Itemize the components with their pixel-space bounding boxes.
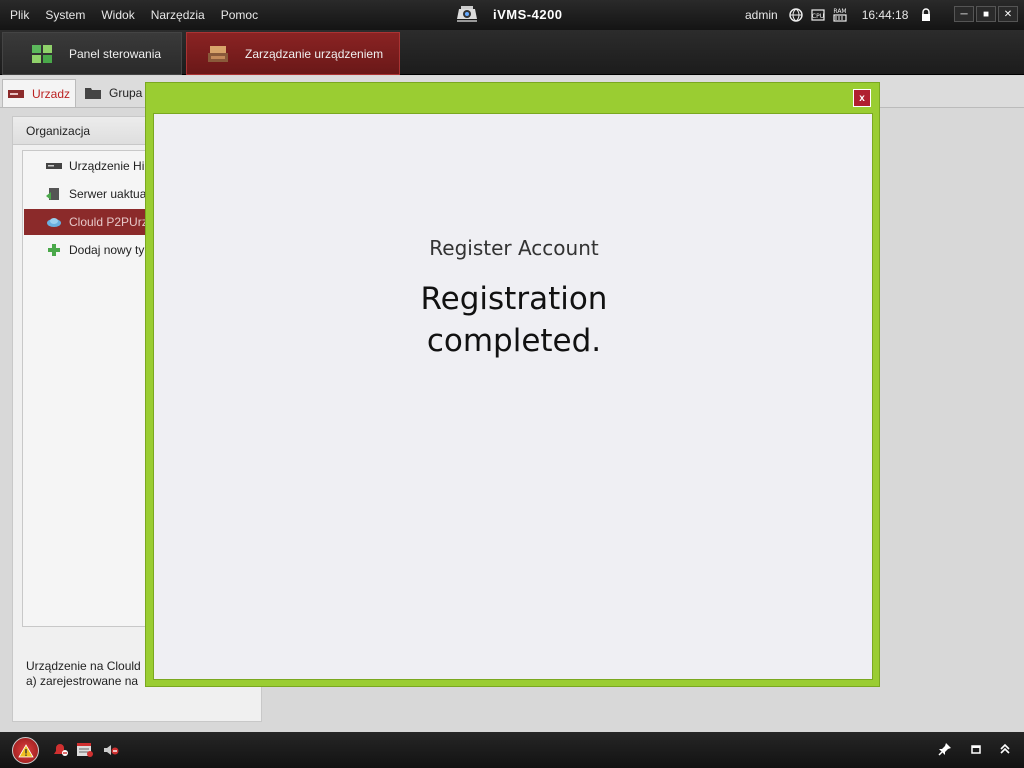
menu-pomoc[interactable]: Pomoc xyxy=(221,8,258,22)
folder-icon xyxy=(85,88,101,99)
register-account-dialog: x Register Account Registration complete… xyxy=(145,82,880,687)
info-text: Urządzenie na Clould a) zarejestrowane n… xyxy=(26,659,141,689)
expand-up-icon[interactable] xyxy=(998,742,1012,756)
network-icon xyxy=(788,7,804,23)
tab-label: Panel sterowania xyxy=(69,46,162,61)
username: admin xyxy=(745,8,778,22)
warning-icon xyxy=(17,743,34,757)
registration-message: Registration completed. xyxy=(154,278,874,362)
dialog-body: Register Account Registration completed. xyxy=(153,113,873,680)
tab-label: Zarządzanie urządzeniem xyxy=(245,46,384,61)
dvr-icon xyxy=(46,163,62,169)
dashboard-icon xyxy=(32,44,52,63)
window-controls: ─ ■ ✕ xyxy=(954,6,1018,22)
app-name: iVMS-4200 xyxy=(493,6,563,22)
menu-widok[interactable]: Widok xyxy=(101,8,134,22)
menu-narzedzia[interactable]: Narzędzia xyxy=(151,8,205,22)
menu-plik[interactable]: Plik xyxy=(10,8,29,22)
minimize-button[interactable]: ─ xyxy=(954,6,974,22)
title-bar: Plik System Widok Narzędzia Pomoc iVMS-4… xyxy=(0,0,1024,30)
alarm-sound-icon[interactable] xyxy=(52,742,70,758)
app-title: iVMS-4200 xyxy=(455,5,563,23)
menu-system[interactable]: System xyxy=(45,8,85,22)
ram-icon: RAM xyxy=(832,7,848,23)
maximize-button[interactable]: ■ xyxy=(976,6,996,22)
restore-icon[interactable] xyxy=(969,742,983,756)
info-line: Urządzenie na Clould xyxy=(26,659,141,673)
main-tab-bar: Panel sterowania Zarządzanie urządzeniem xyxy=(0,30,1024,75)
clock: 16:44:18 xyxy=(861,8,909,22)
speaker-mute-icon[interactable] xyxy=(102,742,120,758)
tab-panel-sterowania[interactable]: Panel sterowania xyxy=(2,32,182,75)
message-line: completed. xyxy=(426,323,602,359)
status-area: admin CPU RAM 16:44:18 xyxy=(745,7,940,23)
tree-item-label: Clould P2PUrz xyxy=(69,215,148,229)
tree-item-label: Urządzenie Hik xyxy=(69,159,151,173)
event-list-icon[interactable] xyxy=(76,742,94,758)
pin-icon[interactable] xyxy=(938,742,952,756)
svg-text:CPU: CPU xyxy=(812,13,824,20)
subtab-label: Grupa xyxy=(109,86,143,100)
menu-bar: Plik System Widok Narzędzia Pomoc xyxy=(10,8,274,22)
subtab-label: Urzadz xyxy=(32,86,71,101)
message-line: Registration xyxy=(420,281,608,317)
camera-icon xyxy=(457,6,477,22)
subtab-grupa[interactable]: Grupa xyxy=(80,79,150,107)
lock-icon[interactable] xyxy=(918,7,934,23)
close-window-button[interactable]: ✕ xyxy=(998,6,1018,22)
cpu-icon: CPU xyxy=(810,7,826,23)
tab-zarzadzanie-urzadzeniem[interactable]: Zarządzanie urządzeniem xyxy=(186,32,400,75)
dialog-title: Register Account xyxy=(429,236,599,260)
subtab-urzadzenia[interactable]: Urzadz xyxy=(2,79,76,107)
server-icon xyxy=(46,188,59,200)
svg-text:RAM: RAM xyxy=(833,8,846,15)
device-icon xyxy=(8,89,24,98)
dialog-close-button[interactable]: x xyxy=(853,89,871,107)
plus-icon xyxy=(48,244,60,256)
info-line: a) zarejestrowane na xyxy=(26,674,139,688)
tree-item-label: Dodaj nowy ty xyxy=(69,243,145,257)
tree-item-label: Serwer uaktual xyxy=(69,187,150,201)
device-management-icon xyxy=(208,45,228,62)
alarm-button[interactable] xyxy=(12,737,39,764)
cloud-icon xyxy=(47,218,61,227)
status-bar xyxy=(0,732,1024,768)
